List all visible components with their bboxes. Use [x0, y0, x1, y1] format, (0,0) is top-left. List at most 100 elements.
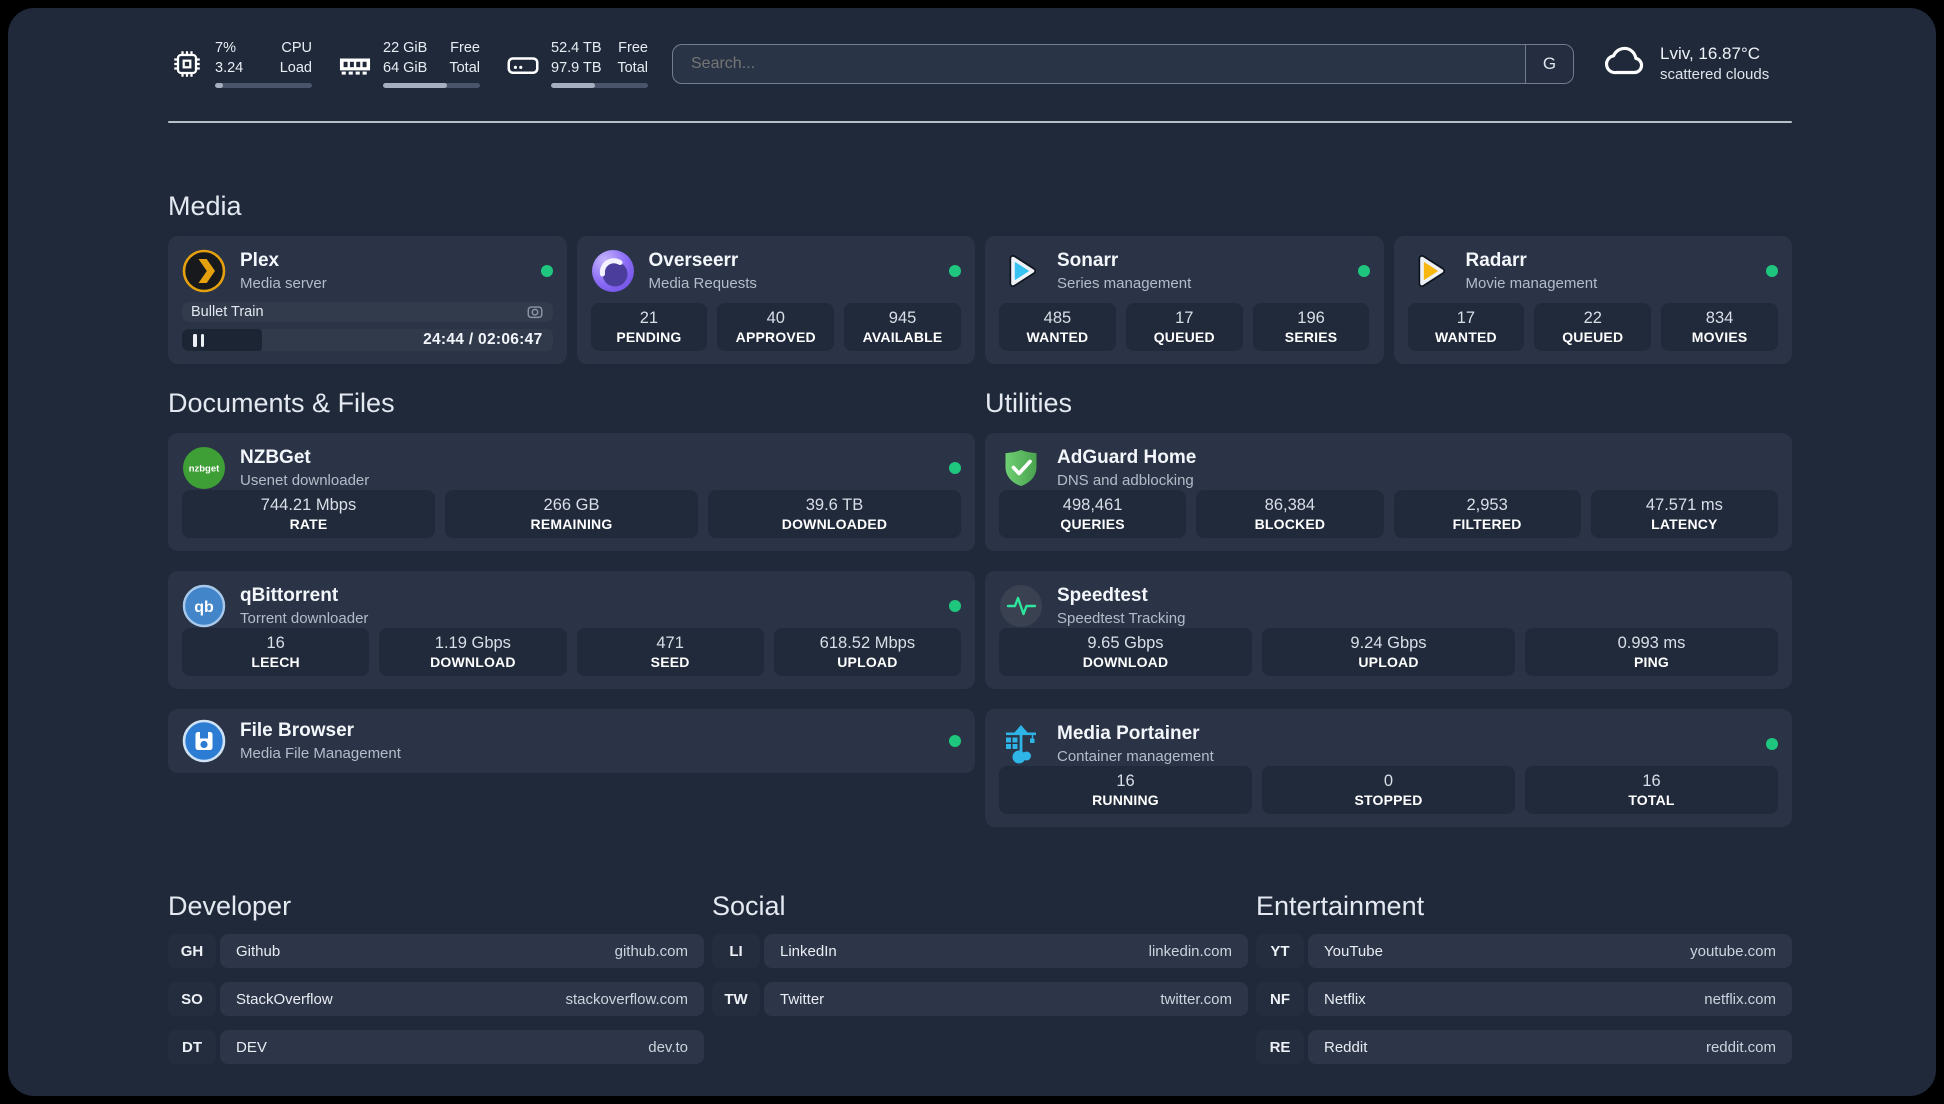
service-desc: Speedtest Tracking — [1057, 609, 1186, 627]
stat-label: UPLOAD — [1358, 653, 1419, 670]
stat-tile: 22 QUEUED — [1534, 303, 1652, 351]
service-card-radarr[interactable]: Radarr Movie management 17 WANTED 22 QUE… — [1393, 236, 1792, 364]
cpu-percent: 7% — [215, 40, 236, 57]
stat-value: 0 — [1383, 771, 1394, 790]
adguard-icon — [999, 446, 1043, 490]
disk-free-value: 52.4 TB — [551, 40, 602, 57]
service-name: File Browser — [240, 720, 355, 742]
stat-label: BLOCKED — [1254, 515, 1326, 532]
radarr-icon — [1408, 249, 1452, 293]
bookmark-name: DEV — [236, 1038, 267, 1056]
stat-label: QUERIES — [1060, 515, 1125, 532]
stat-value: 21 — [639, 308, 659, 327]
speedtest-icon — [999, 584, 1043, 628]
stat-label: SERIES — [1284, 328, 1338, 345]
service-desc: Media Requests — [648, 274, 757, 292]
service-card-qbittorrent[interactable]: qb qBittorrent Torrent downloader 16 LEE… — [168, 571, 975, 689]
weather-widget: Lviv, 16.87°C scattered clouds — [1602, 38, 1792, 89]
stat-value: 9.24 Gbps — [1350, 633, 1427, 652]
bookmarks-entertainment: Entertainment YT YouTube youtube.com NF … — [1256, 891, 1792, 1078]
status-dot — [1357, 265, 1370, 277]
overseerr-icon — [591, 249, 635, 293]
bookmark-url: stackoverflow.com — [565, 990, 688, 1008]
bookmark-linkedin[interactable]: LI LinkedIn linkedin.com — [712, 934, 1248, 968]
now-playing-time: 24:44 / 02:06:47 — [423, 331, 543, 349]
bookmark-abbr: TW — [712, 982, 760, 1016]
bookmark-abbr: LI — [712, 934, 760, 968]
pause-button[interactable] — [182, 329, 262, 351]
disk-progress — [551, 82, 648, 88]
service-name: Media Portainer — [1057, 723, 1200, 745]
pause-icon — [200, 333, 204, 347]
service-card-speedtest[interactable]: Speedtest Speedtest Tracking 9.65 Gbps D… — [985, 571, 1792, 689]
service-card-filebrowser[interactable]: File Browser Media File Management — [168, 709, 975, 773]
bookmark-netflix[interactable]: NF Netflix netflix.com — [1256, 982, 1792, 1016]
now-playing-progress-row: 24:44 / 02:06:47 — [182, 329, 553, 351]
bookmark-url: github.com — [614, 942, 688, 960]
bookmark-dev[interactable]: DT DEV dev.to — [168, 1030, 704, 1064]
section-title-utilities: Utilities — [985, 388, 1073, 418]
stat-label: RATE — [289, 515, 328, 532]
stat-value: 618.52 Mbps — [819, 633, 916, 652]
ram-total-label: Total — [449, 59, 480, 76]
stat-value: 834 — [1705, 308, 1734, 327]
bookmark-github[interactable]: GH Github github.com — [168, 934, 704, 968]
service-name: Plex — [240, 250, 280, 272]
now-playing-title-row: Bullet Train — [182, 302, 553, 323]
bookmarks-title: Entertainment — [1256, 891, 1425, 921]
service-name: Overseerr — [648, 250, 739, 272]
svg-text:nzbget: nzbget — [189, 464, 220, 475]
disk-stat: 52.4 TB Free 97.9 TB Total — [504, 39, 648, 88]
service-desc: Usenet downloader — [240, 471, 370, 489]
stat-tile: 945 AVAILABLE — [844, 303, 961, 351]
stat-label: DOWNLOAD — [1082, 653, 1169, 670]
stat-label: DOWNLOADED — [781, 515, 888, 532]
service-card-plex[interactable]: Plex Media server Bullet Train 24:44 / 0… — [168, 236, 567, 364]
stat-tile: 2,953 FILTERED — [1393, 490, 1581, 538]
stat-tile: 618.52 Mbps UPLOAD — [773, 628, 961, 676]
stat-label: FILTERED — [1452, 515, 1522, 532]
bookmark-abbr: RE — [1256, 1030, 1304, 1064]
service-card-sonarr[interactable]: Sonarr Series management 485 WANTED 17 Q… — [985, 236, 1384, 364]
bookmark-reddit[interactable]: RE Reddit reddit.com — [1256, 1030, 1792, 1064]
stat-value: 196 — [1297, 308, 1325, 327]
stat-tile: 196 SERIES — [1252, 303, 1370, 351]
stat-label: PING — [1633, 653, 1670, 670]
service-desc: Media server — [240, 274, 327, 292]
search-input[interactable] — [673, 54, 1525, 73]
stat-label: TOTAL — [1628, 791, 1675, 808]
stat-tile: 16 TOTAL — [1525, 766, 1778, 814]
stat-label: STOPPED — [1354, 791, 1423, 808]
bookmark-abbr: DT — [168, 1030, 216, 1064]
bookmarks-social: Social LI LinkedIn linkedin.com TW Twitt… — [712, 891, 1248, 1078]
stat-label: PENDING — [616, 328, 682, 345]
ram-progress — [383, 82, 480, 88]
bookmark-url: netflix.com — [1704, 990, 1776, 1008]
search-engine-button[interactable]: G — [1525, 44, 1573, 83]
documents-column: Documents & Files nzbget NZBGet Usenet d… — [168, 388, 975, 827]
stat-label: APPROVED — [735, 328, 816, 345]
service-card-overseerr[interactable]: Overseerr Media Requests 21 PENDING 40 A… — [576, 236, 975, 364]
bookmarks-developer: Developer GH Github github.com SO StackO… — [168, 891, 704, 1078]
stat-value: 266 GB — [543, 495, 600, 514]
service-name: Sonarr — [1057, 250, 1119, 272]
service-card-nzbget[interactable]: nzbget NZBGet Usenet downloader 744.21 M… — [168, 433, 975, 551]
stat-value: 2,953 — [1466, 495, 1508, 514]
bookmark-youtube[interactable]: YT YouTube youtube.com — [1256, 934, 1792, 968]
stat-value: 744.21 Mbps — [260, 495, 357, 514]
service-card-portainer[interactable]: Media Portainer Container management 16 … — [985, 709, 1792, 827]
stat-tile: 39.6 TB DOWNLOADED — [708, 490, 961, 538]
service-desc: Container management — [1057, 747, 1214, 765]
stat-label: QUEUED — [1153, 328, 1215, 345]
bookmark-twitter[interactable]: TW Twitter twitter.com — [712, 982, 1248, 1016]
stat-tile: 9.24 Gbps UPLOAD — [1262, 628, 1515, 676]
stat-value: 9.65 Gbps — [1087, 633, 1164, 652]
bookmark-name: Reddit — [1324, 1038, 1368, 1056]
stat-label: LEECH — [251, 653, 300, 670]
service-card-adguard[interactable]: AdGuard Home DNS and adblocking 498,461 … — [985, 433, 1792, 551]
stat-tile: 744.21 Mbps RATE — [182, 490, 435, 538]
bookmark-stackoverflow[interactable]: SO StackOverflow stackoverflow.com — [168, 982, 704, 1016]
stat-label: DOWNLOAD — [430, 653, 516, 670]
bookmarks-title: Social — [712, 891, 786, 921]
stat-tile: 9.65 Gbps DOWNLOAD — [999, 628, 1252, 676]
